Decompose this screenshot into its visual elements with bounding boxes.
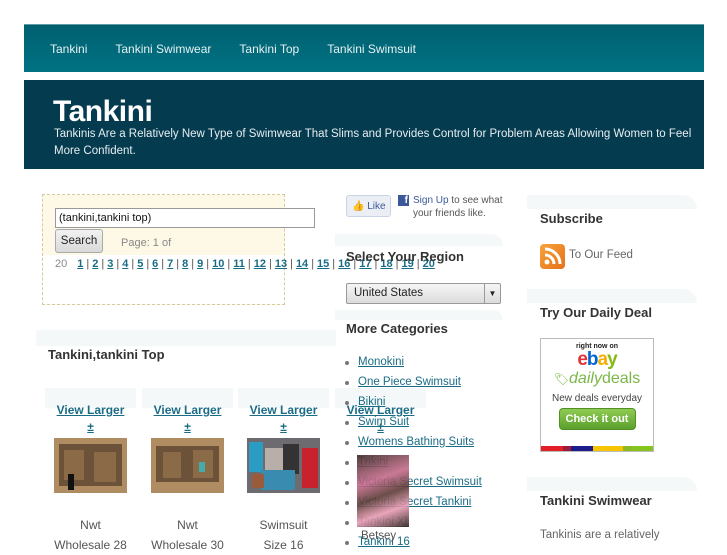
daily-deal-title-bar — [527, 289, 697, 303]
page-separator: | — [131, 258, 135, 270]
results-title: Tankini,tankini Top — [48, 347, 165, 362]
page-link[interactable]: 6 — [152, 258, 158, 270]
facebook-icon: f — [398, 195, 409, 206]
thumbs-up-icon: 👍 — [352, 201, 365, 212]
expand-link[interactable]: ± — [45, 420, 136, 434]
page-link[interactable]: 2 — [92, 258, 98, 270]
page-separator: | — [227, 258, 231, 270]
chevron-down-icon: ▼ — [484, 284, 500, 303]
page-separator: | — [290, 258, 293, 270]
page-separator: | — [191, 258, 195, 270]
product-thumbnail[interactable] — [54, 438, 127, 493]
result-item: View Larger ± Swimsuit Size 16 — [238, 388, 329, 555]
top-nav: Tankini Tankini Swimwear Tankini Top Tan… — [24, 24, 704, 72]
page-link[interactable]: 1 — [77, 258, 83, 270]
page-link[interactable]: 12 — [254, 258, 266, 270]
view-larger-link[interactable]: View Larger — [238, 403, 329, 417]
page-link[interactable]: 9 — [197, 258, 203, 270]
view-larger-link[interactable]: View Larger — [45, 403, 136, 417]
page-separator: | — [176, 258, 180, 270]
page-separator: | — [332, 258, 336, 270]
category-item: Monokini — [344, 352, 482, 372]
nav-item-tankini[interactable]: Tankini — [50, 42, 87, 56]
page-separator: | — [206, 258, 210, 270]
category-item: Swim Suit — [344, 412, 482, 432]
site-tagline: Tankinis Are a Relatively New Type of Sw… — [54, 128, 692, 157]
daily-deals-logo: 🏷dailydeals — [553, 370, 641, 387]
page-separator: | — [86, 258, 90, 270]
tag-icon: 🏷 — [553, 372, 570, 386]
region-title: Select Your Region — [346, 249, 464, 264]
page-separator: | — [146, 258, 150, 270]
ebay-daily-deals-ad[interactable]: right now on ebay 🏷dailydeals New deals … — [540, 338, 654, 452]
item-caption: Nwt Wholesale 28 — [54, 518, 127, 552]
expand-link[interactable]: ± — [142, 420, 233, 434]
page-link[interactable]: 13 — [275, 258, 287, 270]
product-thumbnail[interactable] — [357, 455, 409, 527]
facebook-signup-text: Sign Up to see what your friends like. — [413, 195, 503, 219]
ebay-logo: ebay — [577, 349, 617, 370]
results-title-bar — [36, 330, 336, 346]
subscribe-title: Subscribe — [540, 211, 603, 226]
page-separator: | — [247, 258, 251, 270]
page-link[interactable]: 7 — [167, 258, 173, 270]
daily-deal-title: Try Our Daily Deal — [540, 305, 652, 320]
result-item: View Larger ± Nwt Wholesale 30 — [142, 388, 233, 555]
page-link[interactable]: 14 — [296, 258, 308, 270]
swimwear-title-bar — [527, 477, 697, 491]
nav-item-tankini-swimsuit[interactable]: Tankini Swimsuit — [327, 42, 416, 56]
swimwear-title: Tankini Swimwear — [540, 493, 652, 508]
category-item: Bikini — [344, 392, 482, 412]
nav-item-tankini-top[interactable]: Tankini Top — [239, 42, 299, 56]
region-title-bar — [335, 234, 503, 246]
product-thumbnail[interactable] — [151, 438, 224, 493]
categories-title-bar — [335, 310, 503, 320]
search-input[interactable] — [55, 208, 315, 228]
page-link[interactable]: 15 — [317, 258, 329, 270]
categories-title: More Categories — [346, 321, 448, 336]
feed-link[interactable]: To Our Feed — [569, 249, 633, 261]
check-it-out-button[interactable]: Check it out — [558, 408, 636, 430]
page-link[interactable]: 11 — [233, 258, 245, 270]
view-larger-link[interactable]: View Larger — [142, 403, 233, 417]
swimwear-text: Tankinis are a relatively — [540, 529, 660, 541]
item-caption: Swimsuit Size 16 — [259, 518, 308, 552]
region-select[interactable]: United States ▼ — [346, 283, 501, 304]
category-item: Womens Bathing Suits — [344, 432, 482, 452]
category-item: One Piece Swimsuit — [344, 372, 482, 392]
page-link[interactable]: 4 — [122, 258, 128, 270]
facebook-signup-link[interactable]: Sign Up — [413, 195, 449, 206]
page-separator: | — [101, 258, 105, 270]
item-caption: Betsey — [361, 530, 397, 542]
expand-link[interactable]: ± — [238, 420, 329, 434]
color-stripe — [541, 446, 654, 451]
page-link[interactable]: 5 — [137, 258, 143, 270]
page-link[interactable]: 3 — [107, 258, 113, 270]
page-link[interactable]: 8 — [182, 258, 188, 270]
item-caption: Nwt Wholesale 30 — [151, 518, 224, 552]
pagination: Page: 1 of 20 1 | 2 | 3 | 4 | 5 | 6 | 7 | 8 | 9 | 10 | 11 | 12 |… — [55, 233, 435, 275]
subscribe-title-bar — [527, 195, 697, 209]
page-link[interactable]: 10 — [212, 258, 224, 270]
product-thumbnail[interactable] — [247, 438, 320, 493]
page-separator: | — [268, 258, 272, 270]
rss-icon[interactable] — [540, 244, 565, 269]
site-header: Tankini Tankinis Are a Relatively New Ty… — [24, 80, 704, 169]
page-separator: | — [116, 258, 120, 270]
site-title[interactable]: Tankini — [53, 95, 153, 129]
page-separator: | — [311, 258, 315, 270]
page-separator: | — [161, 258, 165, 270]
result-item: View Larger ± Nwt Wholesale 28 — [45, 388, 136, 555]
facebook-like-button[interactable]: 👍 Like — [346, 195, 391, 217]
nav-item-tankini-swimwear[interactable]: Tankini Swimwear — [115, 42, 211, 56]
search-box: Search Page: 1 of 201|2|3|4|5|6|7|8|9|10… — [42, 194, 435, 305]
